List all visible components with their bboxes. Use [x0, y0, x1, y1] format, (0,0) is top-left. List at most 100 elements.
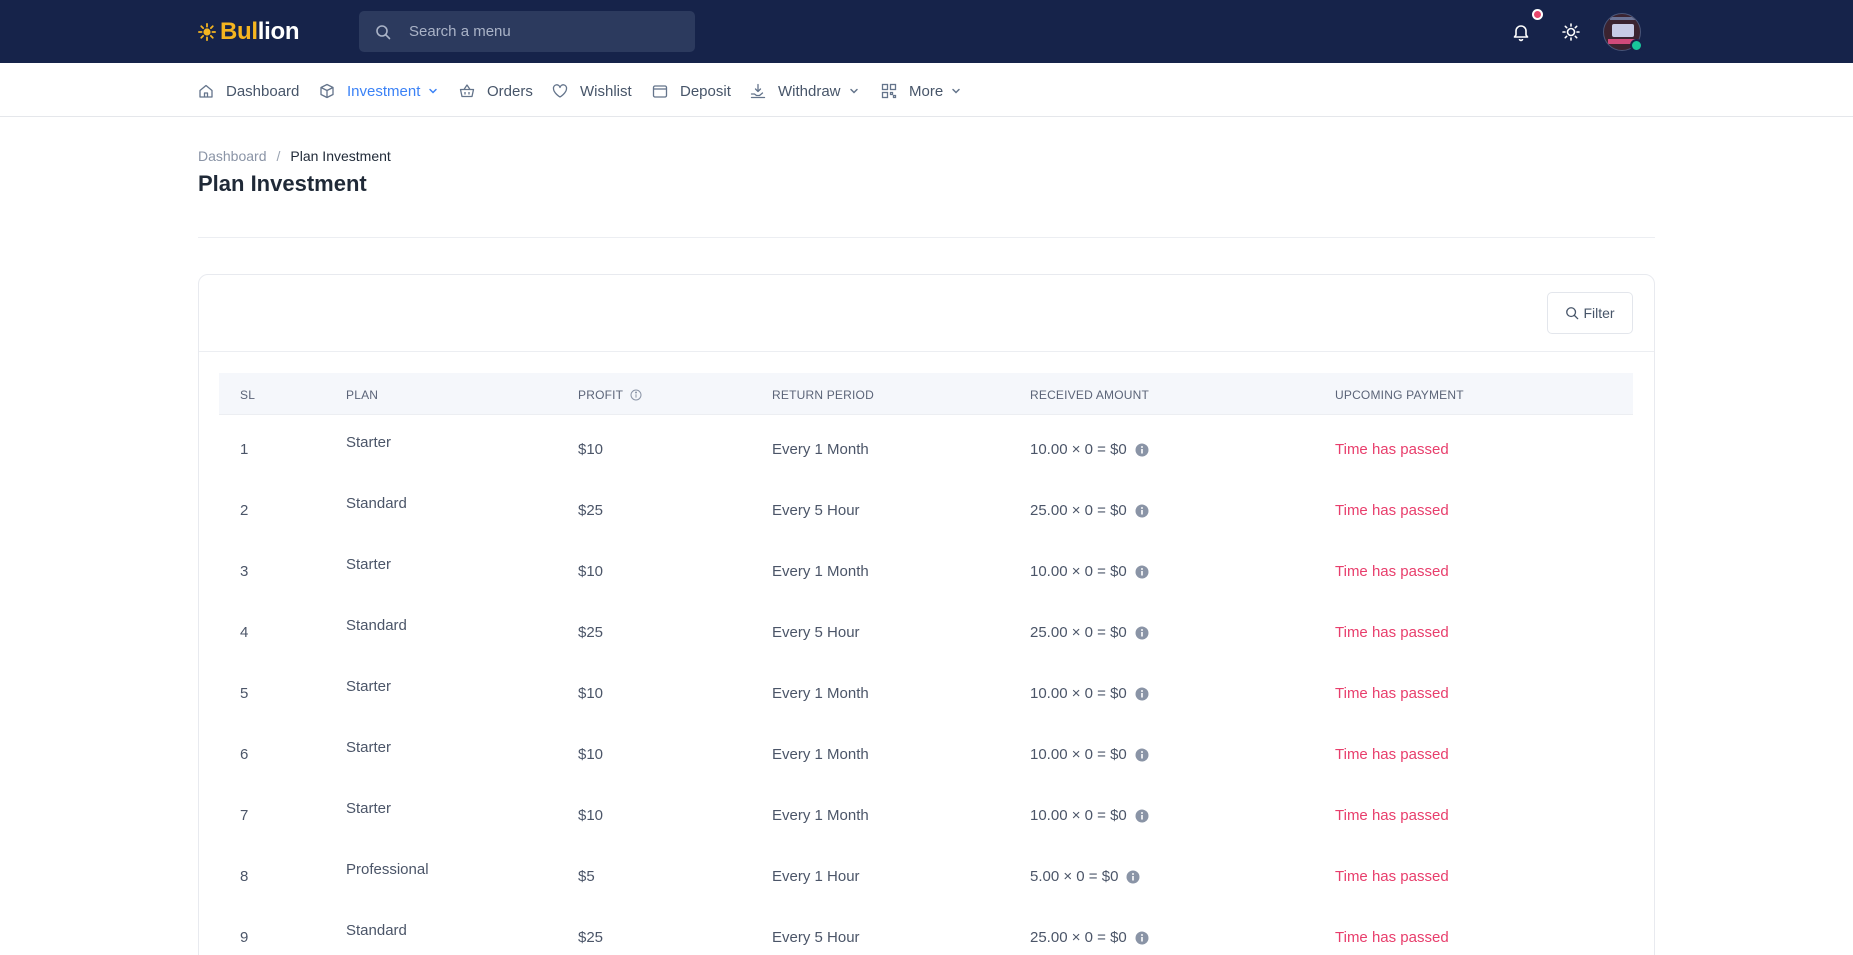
nav-item-investment[interactable]: Investment [319, 81, 439, 101]
basket-icon [459, 84, 475, 98]
nav-item-deposit[interactable]: Deposit [652, 81, 731, 101]
heart-icon [552, 84, 568, 98]
column-header-profit: PROFIT [578, 388, 642, 402]
cube-icon [320, 83, 334, 99]
cell-return-period: Every 1 Month [772, 807, 869, 824]
received-amount-value: 10.00 × 0 = $0 [1030, 685, 1127, 702]
cell-profit: $25 [578, 624, 604, 641]
cell-sl: 1 [240, 441, 249, 458]
info-icon[interactable] [1135, 687, 1149, 701]
info-icon[interactable] [1135, 626, 1149, 640]
info-icon[interactable] [630, 389, 642, 401]
cell-profit: $10 [578, 746, 604, 763]
table-row: 4 Standard $25 Every 5 Hour 25.00 × 0 = $0 Ti… [219, 598, 1633, 659]
cell-sl: 7 [240, 807, 249, 824]
cell-sl: 4 [240, 624, 249, 641]
brand-name-part: ul [237, 18, 258, 45]
chevron-down-icon [429, 88, 438, 94]
cell-sl: 8 [240, 868, 249, 885]
cell-upcoming-payment: Time has passed [1335, 807, 1449, 824]
nav-item-label: Deposit [680, 82, 731, 100]
received-amount-value: 25.00 × 0 = $0 [1030, 624, 1127, 641]
cell-received-amount: 25.00 × 0 = $0 [1030, 624, 1149, 641]
table-row: 8 Professional $5 Every 1 Hour 5.00 × 0 = $0… [219, 842, 1633, 903]
cell-upcoming-payment: Time has passed [1335, 868, 1449, 885]
cell-plan: Starter [346, 556, 392, 573]
search-icon [1566, 307, 1579, 320]
cell-plan: Standard [346, 617, 407, 634]
investment-card: Filter SL PLAN PROFIT RETURN PERIOD RECE… [198, 274, 1655, 955]
breadcrumb-current: Plan Investment [290, 148, 391, 164]
cell-received-amount: 25.00 × 0 = $0 [1030, 929, 1149, 946]
cell-return-period: Every 5 Hour [772, 929, 860, 946]
nav-item-dashboard[interactable]: Dashboard [198, 81, 299, 101]
info-icon[interactable] [1135, 809, 1149, 823]
info-icon[interactable] [1135, 443, 1149, 457]
received-amount-value: 25.00 × 0 = $0 [1030, 929, 1127, 946]
column-header-upcoming-payment: UPCOMING PAYMENT [1335, 388, 1464, 402]
search-input[interactable] [409, 23, 669, 40]
cell-profit: $10 [578, 807, 604, 824]
cell-profit: $10 [578, 441, 604, 458]
received-amount-value: 10.00 × 0 = $0 [1030, 441, 1127, 458]
received-amount-value: 10.00 × 0 = $0 [1030, 807, 1127, 824]
cell-upcoming-payment: Time has passed [1335, 563, 1449, 580]
info-icon[interactable] [1135, 504, 1149, 518]
cell-upcoming-payment: Time has passed [1335, 746, 1449, 763]
brand-logo[interactable]: Bul lion [198, 18, 300, 46]
search-box[interactable] [359, 11, 695, 52]
cell-sl: 3 [240, 563, 249, 580]
column-header-return-period: RETURN PERIOD [772, 388, 874, 402]
cell-received-amount: 10.00 × 0 = $0 [1030, 563, 1149, 580]
cell-plan: Starter [346, 800, 392, 817]
brand-name-part: lion [257, 18, 300, 45]
column-header-label: PROFIT [578, 388, 624, 402]
cell-upcoming-payment: Time has passed [1335, 624, 1449, 641]
nav-item-label: Withdraw [778, 82, 841, 100]
brand-name-part: B [220, 18, 238, 45]
header-divider [198, 237, 1655, 238]
received-amount-value: 10.00 × 0 = $0 [1030, 563, 1127, 580]
breadcrumb-link-dashboard[interactable]: Dashboard [198, 148, 267, 164]
filter-button[interactable]: Filter [1547, 292, 1633, 334]
bell-icon[interactable] [1511, 22, 1531, 42]
table-row: 1 Starter $10 Every 1 Month 10.00 × 0 = $0 Ti… [219, 415, 1633, 476]
cell-received-amount: 10.00 × 0 = $0 [1030, 685, 1149, 702]
theme-toggle-icon[interactable] [1561, 22, 1581, 42]
breadcrumb: Dashboard / Plan Investment [198, 148, 391, 164]
nav-item-orders[interactable]: Orders [459, 81, 533, 101]
nav-item-withdraw[interactable]: Withdraw [750, 81, 860, 101]
cell-upcoming-payment: Time has passed [1335, 441, 1449, 458]
cell-received-amount: 10.00 × 0 = $0 [1030, 441, 1149, 458]
cell-return-period: Every 1 Month [772, 441, 869, 458]
cell-plan: Standard [346, 922, 407, 939]
received-amount-value: 25.00 × 0 = $0 [1030, 502, 1127, 519]
cell-plan: Standard [346, 495, 407, 512]
table-row: 5 Starter $10 Every 1 Month 10.00 × 0 = $0 Ti… [219, 659, 1633, 720]
cell-plan: Starter [346, 678, 392, 695]
info-icon[interactable] [1126, 870, 1140, 884]
logo-sun-icon [198, 23, 216, 41]
nav-item-label: Investment [347, 82, 421, 100]
notification-badge [1532, 9, 1543, 20]
info-icon[interactable] [1135, 748, 1149, 762]
filter-label: Filter [1583, 305, 1615, 321]
cell-sl: 2 [240, 502, 249, 519]
received-amount-value: 5.00 × 0 = $0 [1030, 868, 1119, 885]
info-icon[interactable] [1135, 565, 1149, 579]
cell-return-period: Every 1 Hour [772, 868, 860, 885]
table-row: 7 Starter $10 Every 1 Month 10.00 × 0 = $0 Ti… [219, 781, 1633, 842]
nav-item-wishlist[interactable]: Wishlist [552, 81, 632, 101]
breadcrumb-separator: / [276, 148, 281, 164]
info-icon[interactable] [1135, 931, 1149, 945]
column-header-plan: PLAN [346, 388, 379, 402]
search-icon [376, 24, 391, 39]
cell-received-amount: 10.00 × 0 = $0 [1030, 807, 1149, 824]
nav-item-more[interactable]: More [881, 81, 962, 101]
chevron-down-icon [952, 88, 960, 94]
cell-return-period: Every 5 Hour [772, 502, 860, 519]
table-row: 3 Starter $10 Every 1 Month 10.00 × 0 = $0 Ti… [219, 537, 1633, 598]
cell-return-period: Every 1 Month [772, 685, 869, 702]
cell-profit: $5 [578, 868, 595, 885]
qr-icon [881, 83, 897, 99]
